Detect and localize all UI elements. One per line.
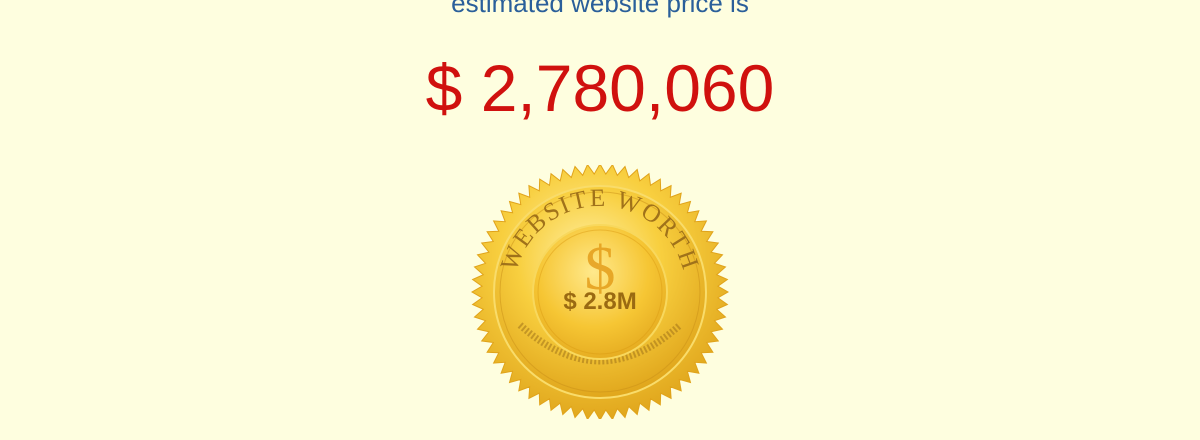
gold-seal-badge-icon: WEBSITE WORTH $ $ 2.8M — [470, 165, 730, 419]
seal-value: $ 2.8M — [563, 288, 636, 315]
website-worth-seal: WEBSITE WORTH $ $ 2.8M — [468, 165, 732, 419]
estimated-price: $ 2,780,060 — [425, 51, 775, 125]
estimate-label: estimated website price is — [451, 0, 749, 18]
website-worth-page: estimated website price is $ 2,780,060 W… — [0, 0, 1200, 440]
